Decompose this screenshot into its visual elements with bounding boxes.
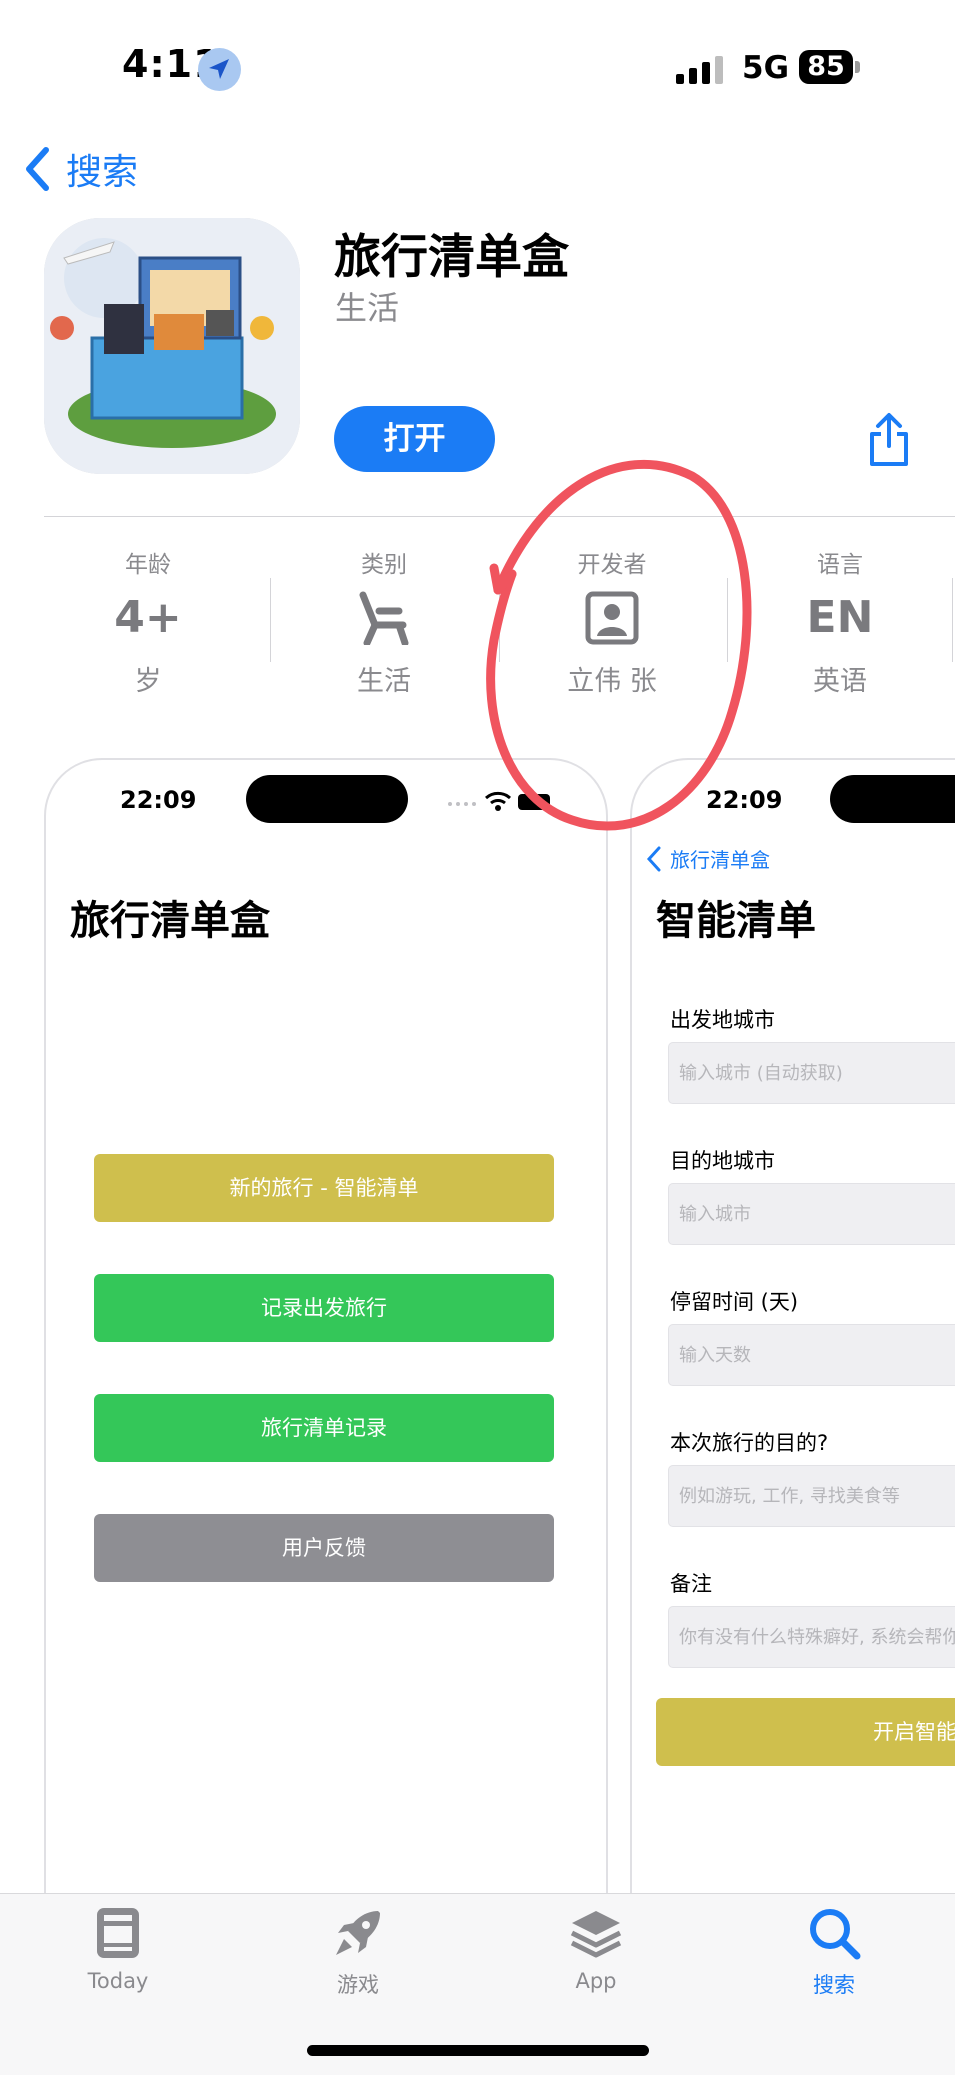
today-icon [97, 1908, 139, 1958]
app-icon [44, 218, 300, 474]
app-title: 旅行清单盒 [334, 230, 569, 285]
search-icon [810, 1909, 861, 1960]
info-language[interactable]: 语言 EN 英语 [735, 545, 945, 698]
info-category[interactable]: 类别 生活 [279, 545, 489, 698]
red-annotation-circle [486, 459, 752, 831]
stay-days-input[interactable]: 输入天数 [668, 1324, 955, 1386]
info-language-label: 语言 [817, 552, 863, 578]
record-departure-button[interactable]: 记录出发旅行 [94, 1274, 554, 1342]
feedback-button[interactable]: 用户反馈 [94, 1514, 554, 1582]
chevron-left-icon [646, 846, 661, 871]
cellular-signal-icon [676, 54, 726, 84]
location-arrow-icon [198, 48, 241, 91]
form-label: 备注 [670, 1572, 712, 1596]
tab-games-label: 游戏 [337, 1973, 379, 1997]
screenshot-1[interactable]: 22:09 旅行清单盒 新的旅行 - 智能清单 记录出发旅行 旅行清单记录 用户… [44, 758, 608, 1922]
battery-tip [855, 61, 860, 73]
rocket-icon [336, 1911, 380, 1955]
form-label: 本次旅行的目的? [670, 1431, 829, 1455]
checklist-records-button[interactable]: 旅行清单记录 [94, 1394, 554, 1462]
info-age-value: 4+ [114, 592, 182, 643]
back-label: 搜索 [66, 152, 139, 193]
share-button[interactable] [864, 412, 914, 468]
screenshot-2[interactable]: 22:09 旅行清单盒 智能清单 出发地城市 输入城市 (自动获取) 目的地城市… [630, 758, 955, 1922]
departure-city-input[interactable]: 输入城市 (自动获取) [668, 1042, 955, 1104]
info-separator [270, 578, 271, 662]
screenshot-1-title: 旅行清单盒 [70, 898, 270, 944]
battery-level: 85 [799, 50, 853, 84]
share-icon [870, 413, 908, 466]
form-label: 停留时间 (天) [670, 1290, 799, 1314]
dynamic-island [246, 775, 408, 823]
info-separator [952, 578, 953, 662]
screenshot-1-time: 22:09 [120, 786, 197, 814]
info-language-value: EN [806, 592, 874, 643]
tab-games[interactable]: 游戏 [283, 1905, 433, 1999]
chevron-left-icon [26, 147, 49, 191]
info-age-sub: 岁 [134, 666, 162, 697]
tab-search-label: 搜索 [813, 1973, 855, 1997]
info-age[interactable]: 年龄 4+ 岁 [43, 545, 253, 698]
screenshot-2-back[interactable]: 旅行清单盒 [646, 844, 770, 873]
start-smart-list-button[interactable]: 开启智能清 [656, 1698, 955, 1766]
notes-input[interactable]: 你有没有什么特殊癖好, 系统会帮你 [668, 1606, 955, 1668]
tab-today-label: Today [87, 1969, 149, 1993]
network-type: 5G [742, 50, 790, 86]
app-stack-icon [570, 1911, 622, 1958]
trip-purpose-input[interactable]: 例如游玩, 工作, 寻找美食等 [668, 1465, 955, 1527]
info-language-sub: 英语 [813, 666, 867, 697]
form-label: 目的地城市 [670, 1149, 775, 1173]
info-age-label: 年龄 [125, 552, 171, 578]
tab-search[interactable]: 搜索 [759, 1905, 909, 1999]
info-category-label: 类别 [361, 552, 407, 578]
tab-apps[interactable]: App [521, 1905, 671, 1993]
screenshot-2-title: 智能清单 [656, 898, 816, 944]
home-indicator [307, 2045, 649, 2056]
back-button[interactable]: 搜索 [22, 142, 138, 196]
form-label: 出发地城市 [670, 1008, 775, 1032]
app-category: 生活 [335, 289, 400, 327]
destination-city-input[interactable]: 输入城市 [668, 1183, 955, 1245]
tab-today[interactable]: Today [43, 1905, 193, 1993]
dynamic-island [830, 775, 955, 823]
tab-apps-label: App [575, 1969, 617, 1993]
new-trip-button[interactable]: 新的旅行 - 智能清单 [94, 1154, 554, 1222]
chair-icon [279, 591, 489, 647]
info-category-sub: 生活 [357, 666, 411, 697]
screenshot-2-back-label: 旅行清单盒 [670, 848, 770, 872]
